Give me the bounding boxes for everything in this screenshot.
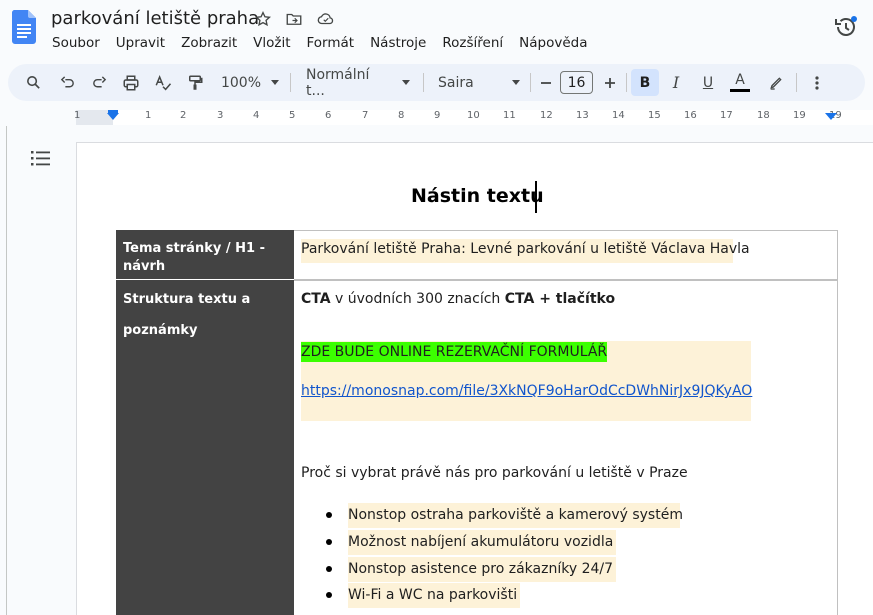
ruler-number: 12 bbox=[540, 110, 553, 121]
list-item[interactable]: Nonstop asistence pro zákazníky 24/7 bbox=[348, 557, 617, 582]
ruler-number: 6 bbox=[325, 110, 332, 121]
ruler-number: 14 bbox=[612, 110, 625, 121]
toolbar-divider bbox=[796, 73, 797, 92]
ruler-number: 9 bbox=[434, 110, 441, 121]
table-label-cell[interactable]: Struktura textu a poznámky bbox=[116, 280, 294, 615]
ruler-number: 1 bbox=[74, 110, 81, 121]
page-h1-text[interactable]: Parkování letiště Praha: Levné parkování… bbox=[301, 239, 750, 263]
print-icon[interactable] bbox=[120, 64, 142, 101]
row-label-structure-line1: Struktura textu a bbox=[123, 292, 251, 307]
document-title[interactable]: parkování letiště praha bbox=[51, 8, 259, 29]
horizontal-ruler[interactable]: 1 1 2 3 4 5 6 7 8 9 10 11 12 13 14 15 16… bbox=[0, 106, 873, 126]
highlight-color-icon[interactable] bbox=[764, 64, 788, 101]
increase-font-size-button[interactable] bbox=[600, 64, 620, 101]
chevron-down-icon bbox=[402, 80, 410, 85]
zoom-value: 100% bbox=[220, 74, 262, 91]
monosnap-link[interactable]: https://monosnap.com/file/3XkNQF9oHarOdC… bbox=[301, 383, 752, 399]
ruler-number: 13 bbox=[576, 110, 589, 121]
paragraph-style-value: Normální t... bbox=[306, 66, 370, 99]
document-heading[interactable]: Nástin textu bbox=[411, 185, 544, 207]
paragraph-style-select[interactable]: Normální t... bbox=[306, 64, 410, 101]
menu-help[interactable]: Nápověda bbox=[519, 35, 595, 51]
bullet-dot bbox=[326, 539, 332, 545]
text-cursor bbox=[535, 181, 537, 213]
chevron-down-icon bbox=[271, 80, 280, 85]
ruler-number: 3 bbox=[217, 110, 224, 121]
ruler-number: 10 bbox=[467, 110, 480, 121]
text-color-button[interactable]: A bbox=[728, 64, 752, 101]
list-item[interactable]: Nonstop ostraha parkoviště a kamerový sy… bbox=[348, 503, 683, 528]
ruler-number: 1 bbox=[145, 110, 152, 121]
cta-text: v úvodních 300 znacích bbox=[330, 291, 505, 307]
why-us-paragraph[interactable]: Proč si vybrat právě nás pro parkování u… bbox=[301, 465, 688, 481]
menu-extensions[interactable]: Rozšíření bbox=[442, 35, 511, 51]
font-size-input[interactable]: 16 bbox=[560, 71, 593, 94]
menu-file[interactable]: Soubor bbox=[52, 35, 108, 51]
cta-line[interactable]: CTA v úvodních 300 znacích CTA + tlačítk… bbox=[301, 291, 615, 307]
row-label-structure-line2: poznámky bbox=[123, 323, 198, 338]
toolbar-divider bbox=[530, 73, 531, 92]
toolbar-divider bbox=[626, 73, 627, 92]
right-indent-marker[interactable] bbox=[825, 113, 837, 120]
chevron-down-icon bbox=[511, 80, 520, 85]
font-family-value: Saira bbox=[438, 74, 474, 91]
font-family-select[interactable]: Saira bbox=[438, 64, 520, 101]
menu-bar: Soubor Upravit Zobrazit Vložit Formát Ná… bbox=[52, 35, 603, 51]
underline-button[interactable]: U bbox=[696, 64, 720, 101]
ruler-number: 15 bbox=[648, 110, 661, 121]
left-indent-marker[interactable] bbox=[107, 113, 119, 120]
menu-format[interactable]: Formát bbox=[307, 35, 363, 51]
booking-form-note[interactable]: ZDE BUDE ONLINE REZERVAČNÍ FORMULÁŘ bbox=[301, 342, 608, 362]
formatting-toolbar: 100% Normální t... Saira 16 B I U A bbox=[8, 64, 865, 101]
spellcheck-icon[interactable] bbox=[152, 64, 174, 101]
document-outline-icon[interactable] bbox=[30, 149, 52, 167]
ruler-number: 5 bbox=[289, 110, 296, 121]
paint-format-icon[interactable] bbox=[184, 64, 206, 101]
bold-button[interactable]: B bbox=[631, 64, 659, 101]
row-label-page-topic: Tema stránky / H1 - návrh bbox=[123, 241, 265, 274]
ruler-number: 2 bbox=[180, 110, 187, 121]
cta-bold-label: CTA bbox=[301, 291, 331, 307]
text-color-swatch bbox=[730, 89, 750, 92]
undo-icon[interactable] bbox=[56, 64, 78, 101]
list-item[interactable]: Wi-Fi a WC na parkovišti bbox=[348, 583, 521, 608]
redo-icon[interactable] bbox=[88, 64, 110, 101]
toolbar-divider bbox=[290, 73, 291, 92]
search-menus-icon[interactable] bbox=[22, 64, 44, 101]
left-panel-border bbox=[6, 126, 7, 615]
italic-button[interactable]: I bbox=[664, 64, 688, 101]
star-icon[interactable] bbox=[253, 9, 273, 29]
table-label-cell[interactable]: Tema stránky / H1 - návrh bbox=[116, 230, 294, 279]
ruler-number: 4 bbox=[253, 110, 260, 121]
ruler-number: 8 bbox=[398, 110, 405, 121]
menu-view[interactable]: Zobrazit bbox=[181, 35, 245, 51]
google-docs-logo-icon[interactable] bbox=[12, 10, 36, 44]
ruler-number: 19 bbox=[793, 110, 806, 121]
menu-insert[interactable]: Vložit bbox=[253, 35, 298, 51]
menu-edit[interactable]: Upravit bbox=[116, 35, 173, 51]
bullet-dot bbox=[326, 566, 332, 572]
text-color-label: A bbox=[735, 72, 745, 88]
ruler-number: 11 bbox=[503, 110, 516, 121]
version-history-icon[interactable] bbox=[833, 14, 859, 40]
first-line-indent-marker[interactable] bbox=[108, 110, 118, 113]
move-to-folder-icon[interactable] bbox=[284, 9, 304, 29]
zoom-select[interactable]: 100% bbox=[218, 64, 282, 101]
list-item[interactable]: Možnost nabíjení akumulátoru vozidla bbox=[348, 530, 617, 555]
more-options-icon[interactable] bbox=[806, 64, 828, 101]
ruler-number: 18 bbox=[757, 110, 770, 121]
ruler-number: 16 bbox=[684, 110, 697, 121]
menu-tools[interactable]: Nástroje bbox=[370, 35, 434, 51]
title-bar: parkování letiště praha Soubor Upravit Z… bbox=[0, 0, 873, 60]
toolbar-divider bbox=[423, 73, 424, 92]
ruler-number: 17 bbox=[720, 110, 733, 121]
cta-button-label: CTA + tlačítko bbox=[504, 291, 616, 307]
bullet-dot bbox=[326, 512, 332, 518]
ruler-number: 7 bbox=[362, 110, 369, 121]
bullet-dot bbox=[326, 592, 332, 598]
cloud-saved-icon[interactable] bbox=[316, 9, 336, 29]
decrease-font-size-button[interactable] bbox=[536, 64, 556, 101]
